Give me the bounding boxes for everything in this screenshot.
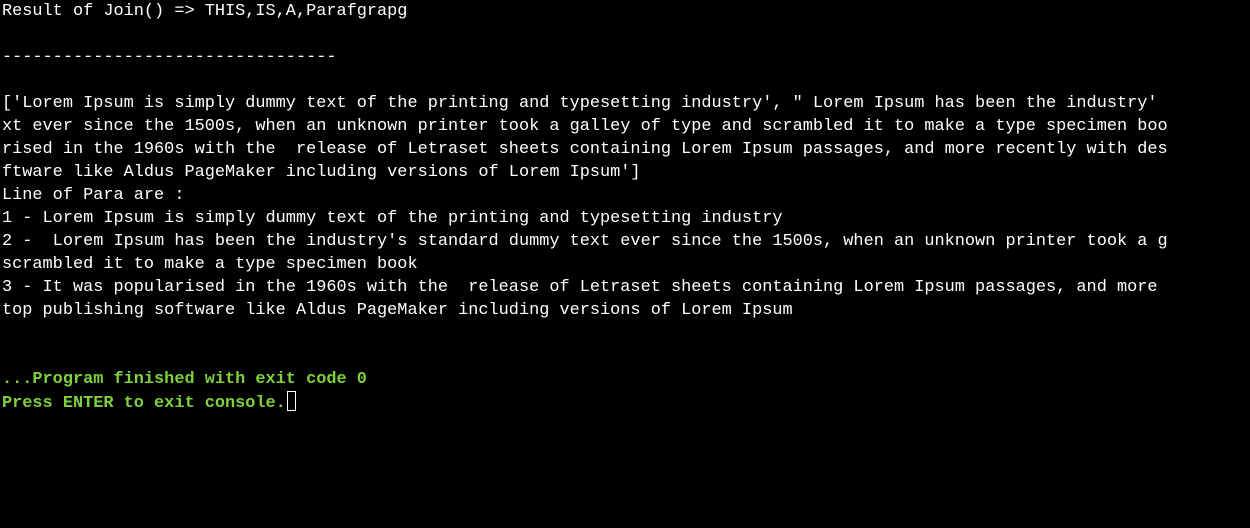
exit-status-message: ...Program finished with exit code 0 bbox=[2, 370, 367, 389]
para-heading-line: Line of Para are : bbox=[2, 186, 185, 205]
para-output-line: scrambled it to make a type specimen boo… bbox=[2, 255, 418, 274]
join-result-line: Result of Join() => THIS,IS,A,Parafgrapg bbox=[2, 2, 408, 21]
exit-prompt-text: Press ENTER to exit console. bbox=[2, 394, 286, 413]
para-output-line: 3 - It was popularised in the 1960s with… bbox=[2, 278, 1158, 297]
list-output-line: ftware like Aldus PageMaker including ve… bbox=[2, 163, 641, 182]
para-output-line: top publishing software like Aldus PageM… bbox=[2, 301, 793, 320]
separator-line: --------------------------------- bbox=[2, 48, 337, 67]
para-output-line: 1 - Lorem Ipsum is simply dummy text of … bbox=[2, 209, 783, 228]
para-output-line: 2 - Lorem Ipsum has been the industry's … bbox=[2, 232, 1168, 251]
list-output-line: xt ever since the 1500s, when an unknown… bbox=[2, 117, 1168, 136]
list-output-line: ['Lorem Ipsum is simply dummy text of th… bbox=[2, 94, 1158, 113]
text-cursor[interactable] bbox=[286, 391, 296, 411]
exit-prompt-line: Press ENTER to exit console. bbox=[2, 391, 1250, 414]
list-output-line: rised in the 1960s with the release of L… bbox=[2, 140, 1168, 159]
console-output[interactable]: Result of Join() => THIS,IS,A,Parafgrapg… bbox=[0, 0, 1250, 528]
